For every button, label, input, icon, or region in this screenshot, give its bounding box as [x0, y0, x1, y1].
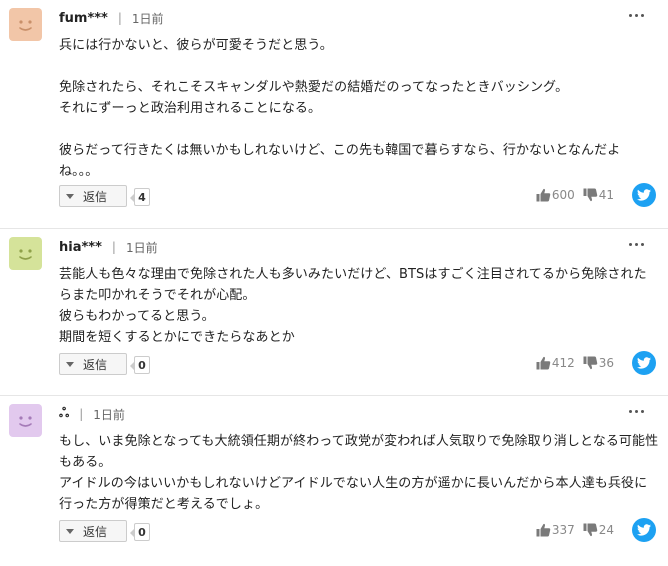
thumbs-up-icon — [536, 188, 551, 202]
more-options-icon[interactable] — [629, 410, 644, 413]
twitter-share-button[interactable] — [632, 518, 656, 542]
dislike-count: 41 — [598, 188, 614, 202]
like-count: 337 — [551, 523, 575, 537]
reply-label: 返信 — [83, 357, 108, 372]
reply-button[interactable]: 返信 — [59, 185, 127, 207]
username[interactable]: fum*** — [59, 11, 108, 26]
more-options-icon[interactable] — [629, 14, 644, 17]
comment-text: 兵には行かないと、彼らが可愛そうだと思う。 免除されたら、それこそスキャンダルや… — [59, 38, 621, 179]
timestamp: 1日前 — [125, 240, 158, 255]
avatar-face-icon — [9, 404, 42, 437]
dislike-button[interactable]: 41 — [583, 188, 614, 202]
vote-area: 337 24 — [528, 517, 656, 543]
avatar-face-icon — [9, 8, 42, 41]
separator: | — [79, 407, 84, 421]
reply-label: 返信 — [83, 524, 108, 539]
thumbs-up-icon — [536, 356, 551, 370]
timestamp: 1日前 — [131, 11, 164, 26]
avatar[interactable] — [9, 237, 42, 270]
chevron-down-icon — [66, 361, 74, 367]
chevron-down-icon — [66, 528, 74, 534]
like-count: 600 — [551, 188, 575, 202]
twitter-bird-icon — [637, 357, 651, 369]
username[interactable]: ஃ — [59, 406, 69, 422]
like-button[interactable]: 337 — [536, 523, 575, 537]
comment-item: ஃ | 1日前 もし、いま免除となっても大統領任期が終わって政党が変われば人気取… — [0, 396, 668, 566]
avatar[interactable] — [9, 404, 42, 437]
vote-area: 600 41 — [528, 182, 656, 208]
dislike-button[interactable]: 24 — [583, 523, 614, 537]
reply-count-badge: 0 — [130, 523, 150, 541]
comment-footer: 返信 0 412 36 — [59, 350, 656, 376]
reply-count-badge: 0 — [130, 356, 150, 374]
comment-header: fum*** | 1日前 — [59, 9, 164, 27]
reply-label: 返信 — [83, 189, 108, 204]
comment-header: ஃ | 1日前 — [59, 405, 125, 423]
avatar[interactable] — [9, 8, 42, 41]
comment-footer: 返信 4 600 41 — [59, 182, 656, 208]
dislike-count: 24 — [598, 523, 614, 537]
chevron-down-icon — [66, 193, 74, 199]
comment-text: もし、いま免除となっても大統領任期が終わって政党が変われば人気取りで免除取り消し… — [59, 434, 659, 512]
twitter-bird-icon — [637, 189, 651, 201]
more-options-icon[interactable] — [629, 243, 644, 246]
avatar-face-icon — [9, 237, 42, 270]
thumbs-up-icon — [536, 523, 551, 537]
twitter-bird-icon — [637, 524, 651, 536]
timestamp: 1日前 — [93, 407, 125, 422]
comment-item: hia*** | 1日前 芸能人も色々な理由で免除された人も多いみたいだけど、B… — [0, 229, 668, 396]
thumbs-down-icon — [583, 188, 597, 202]
like-count: 412 — [551, 356, 575, 370]
thumbs-down-icon — [583, 523, 597, 537]
comment-item: fum*** | 1日前 兵には行かないと、彼らが可愛そうだと思う。 免除された… — [0, 0, 668, 229]
comment-list: fum*** | 1日前 兵には行かないと、彼らが可愛そうだと思う。 免除された… — [0, 0, 668, 566]
reply-count-badge: 4 — [130, 188, 150, 206]
dislike-count: 36 — [598, 356, 614, 370]
thumbs-down-icon — [583, 356, 597, 370]
like-button[interactable]: 600 — [536, 188, 575, 202]
comment-footer: 返信 0 337 24 — [59, 517, 656, 543]
separator: | — [117, 11, 122, 25]
username[interactable]: hia*** — [59, 240, 102, 255]
reply-button[interactable]: 返信 — [59, 520, 127, 542]
dislike-button[interactable]: 36 — [583, 356, 614, 370]
comment-header: hia*** | 1日前 — [59, 238, 158, 256]
twitter-share-button[interactable] — [632, 351, 656, 375]
reply-button[interactable]: 返信 — [59, 353, 127, 375]
separator: | — [111, 240, 116, 254]
vote-area: 412 36 — [528, 350, 656, 376]
twitter-share-button[interactable] — [632, 183, 656, 207]
comment-text: 芸能人も色々な理由で免除された人も多いみたいだけど、BTSはすごく注目されてるか… — [59, 267, 647, 345]
like-button[interactable]: 412 — [536, 356, 575, 370]
